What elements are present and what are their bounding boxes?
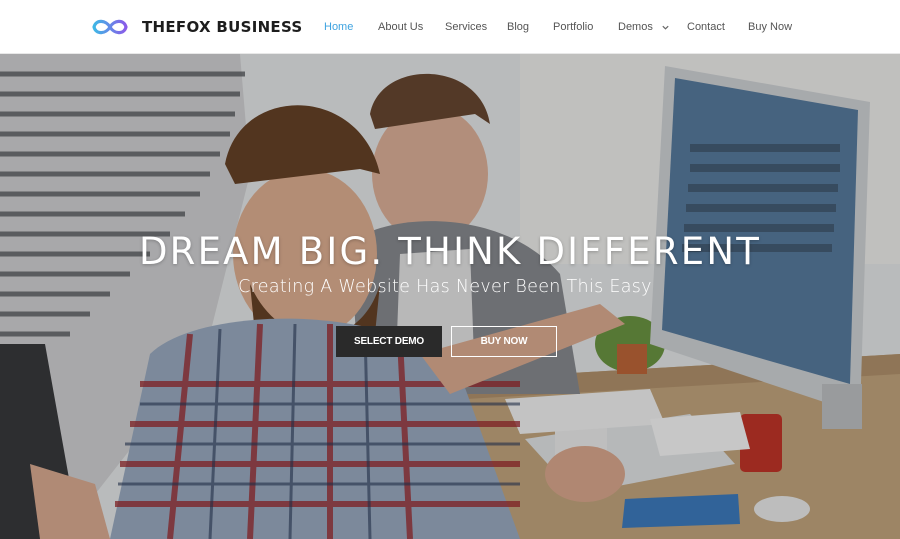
nav-item-portfolio[interactable]: Portfolio [553,20,593,34]
nav-item-about-us[interactable]: About Us [378,20,423,34]
hero-subheadline: Creating A Website Has Never Been This E… [238,277,652,297]
chevron-down-icon [662,25,669,30]
nav-item-contact[interactable]: Contact [687,20,725,34]
hero-headline: DREAM BIG. THINK DIFFERENT [138,230,761,273]
buy-now-button[interactable]: BUY NOW [451,326,557,357]
hero-section: DREAM BIG. THINK DIFFERENT Creating A We… [0,54,900,539]
nav-item-demos-label: Demos [618,21,653,33]
nav-item-services[interactable]: Services [445,20,487,34]
site-header: THEFOX BUSINESS Home About Us Services B… [0,0,900,54]
nav-item-blog[interactable]: Blog [507,20,529,34]
nav-item-demos[interactable]: Demos [618,20,670,34]
nav-item-home[interactable]: Home [324,20,353,34]
nav-item-buy-now[interactable]: Buy Now [748,20,792,34]
select-demo-button[interactable]: SELECT DEMO [336,326,442,357]
main-nav: Home About Us Services Blog Portfolio De… [0,0,900,54]
